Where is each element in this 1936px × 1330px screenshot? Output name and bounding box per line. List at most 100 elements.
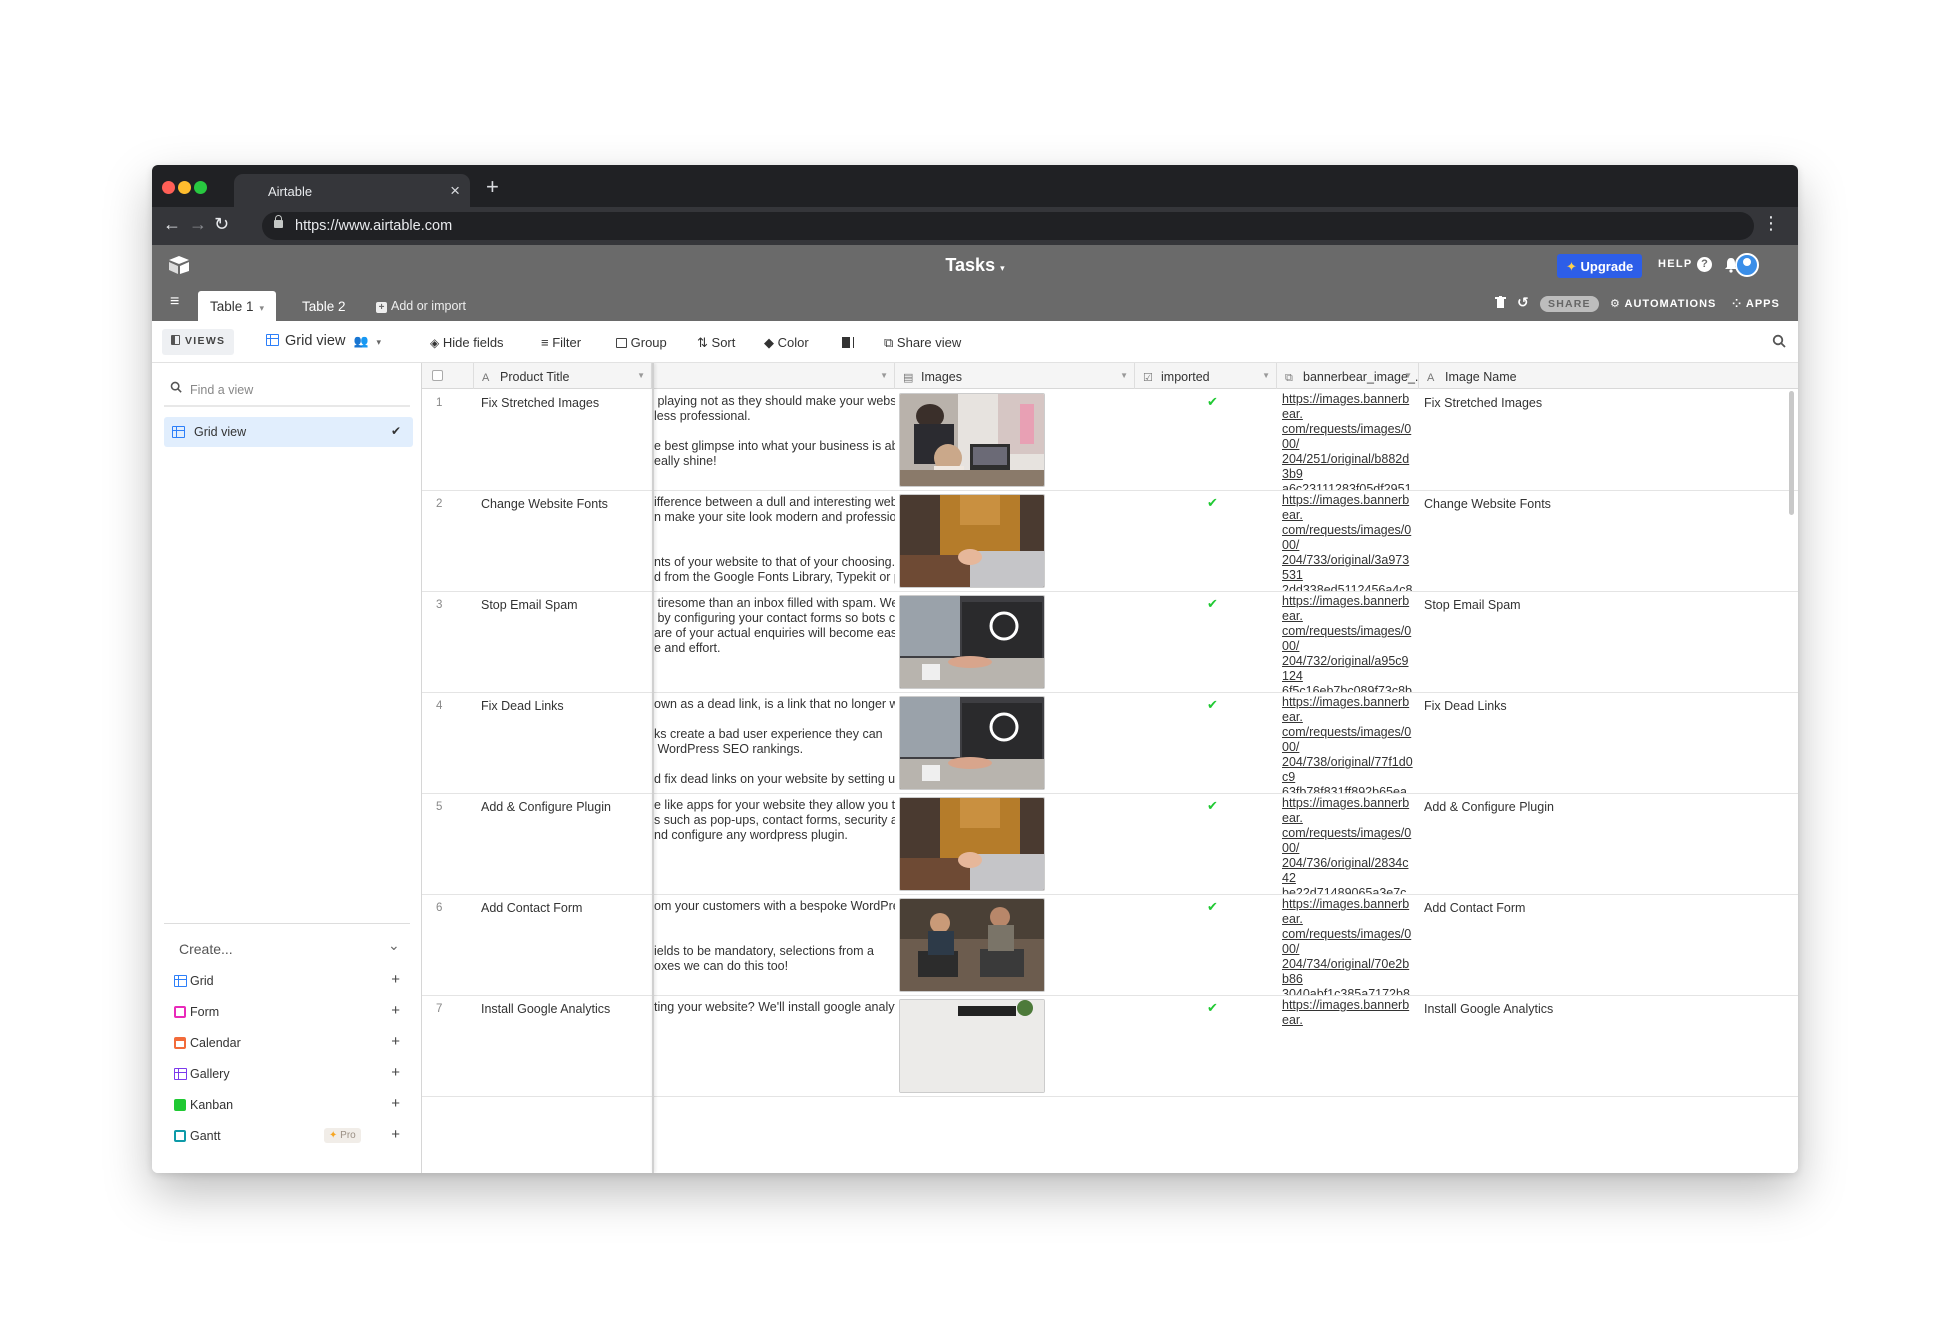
images-cell[interactable] [895,794,1135,894]
imported-cell[interactable]: ✔ [1135,794,1277,894]
column-header-product-title[interactable]: A Product Title ▼ [474,363,652,389]
description-cell[interactable]: playing not as they should make your web… [654,390,895,490]
address-bar[interactable]: https://www.airtable.com [262,212,1754,240]
close-tab-icon[interactable]: × [450,181,460,201]
images-cell[interactable] [895,592,1135,692]
table-row[interactable]: 5 Add & Configure Plugin e like apps for y… [422,794,1798,895]
description-cell[interactable]: ifference between a dull and interesting… [654,491,895,591]
filter-button[interactable]: ≡ Filter [541,335,581,350]
image-name-cell[interactable]: Add & Configure Plugin [1419,794,1569,894]
column-menu-icon[interactable]: ▼ [1120,371,1128,380]
airtable-logo-icon[interactable] [168,255,190,275]
imported-cell[interactable]: ✔ [1135,895,1277,995]
browser-menu-icon[interactable]: ⋮ [1762,213,1780,234]
column-header-bannerbear[interactable]: ⧉ bannerbear_image_... ▼ [1277,363,1419,389]
share-button[interactable]: SHARE [1540,296,1599,312]
image-thumbnail[interactable] [899,999,1045,1093]
find-view-input[interactable]: Find a view [164,371,410,407]
table-row[interactable]: 2 Change Website Fonts ifference between a… [422,491,1798,592]
image-thumbnail[interactable] [899,696,1045,790]
image-thumbnail[interactable] [899,797,1045,891]
image-name-cell[interactable]: Fix Dead Links [1419,693,1569,793]
description-cell[interactable]: ting your website? We'll install google … [654,996,895,1096]
description-cell[interactable]: tiresome than an inbox filled with spam.… [654,592,895,692]
column-menu-icon[interactable]: ▼ [880,371,888,380]
create-gallery-view[interactable]: Gallery + [174,1064,412,1086]
image-name-cell[interactable]: Install Google Analytics [1419,996,1569,1096]
table-row[interactable]: 7 Install Google Analytics ting your websi… [422,996,1798,1097]
sidebar-item-grid-view[interactable]: Grid view ✔ [164,417,413,447]
chevron-down-icon[interactable]: ⌄ [388,937,400,954]
bannerbear-url-cell[interactable]: https://images.bannerbear. [1277,996,1419,1096]
create-view-heading[interactable]: Create... [179,941,233,957]
product-title-cell[interactable]: Stop Email Spam [474,592,652,692]
close-window-button[interactable] [162,181,175,194]
plus-icon[interactable]: + [391,971,400,988]
image-name-cell[interactable]: Fix Stretched Images [1419,390,1569,490]
image-thumbnail[interactable] [899,898,1045,992]
product-title-cell[interactable]: Fix Stretched Images [474,390,652,490]
tab-table-2[interactable]: Table 2 [302,299,346,314]
maximize-window-button[interactable] [194,181,207,194]
bannerbear-url-cell[interactable]: https://images.bannerbear. com/requests/i… [1277,895,1419,995]
back-arrow-icon[interactable]: ← [163,214,181,235]
imported-cell[interactable]: ✔ [1135,693,1277,793]
images-cell[interactable] [895,693,1135,793]
product-title-cell[interactable]: Fix Dead Links [474,693,652,793]
bannerbear-url-cell[interactable]: https://images.bannerbear. com/requests/i… [1277,693,1419,793]
image-name-cell[interactable]: Add Contact Form [1419,895,1569,995]
create-form-view[interactable]: Form + [174,1002,412,1024]
search-icon[interactable] [1772,334,1786,348]
description-cell[interactable]: own as a dead link, is a link that no lo… [654,693,895,793]
create-grid-view[interactable]: Grid + [174,971,412,993]
column-header-description[interactable]: ▼ [654,363,895,389]
menu-hamburger-icon[interactable]: ≡ [170,293,179,311]
images-cell[interactable] [895,390,1135,490]
image-thumbnail[interactable] [899,393,1045,487]
upgrade-button[interactable]: ✦ Upgrade [1557,254,1643,278]
help-icon[interactable]: ? [1697,257,1712,272]
table-row[interactable]: 3 Stop Email Spam tiresome than an inbox … [422,592,1798,693]
color-button[interactable]: ◆ Color [764,335,809,351]
row-height-button[interactable] [842,335,853,350]
table-row[interactable]: 6 Add Contact Form om your customers with … [422,895,1798,996]
forward-arrow-icon[interactable]: → [189,214,207,235]
image-name-cell[interactable]: Stop Email Spam [1419,592,1569,692]
bannerbear-url-cell[interactable]: https://images.bannerbear. com/requests/i… [1277,390,1419,490]
bannerbear-url-cell[interactable]: https://images.bannerbear. com/requests/i… [1277,794,1419,894]
table-row[interactable]: 1 Fix Stretched Images playing not as the… [422,390,1798,491]
images-cell[interactable] [895,491,1135,591]
tab-table-1[interactable]: Table 1 ▾ [198,291,277,321]
group-button[interactable]: Group [616,335,667,350]
trash-icon[interactable] [1495,296,1506,309]
create-kanban-view[interactable]: Kanban + [174,1095,412,1117]
select-all-checkbox[interactable] [432,370,443,381]
reload-icon[interactable]: ↻ [214,214,229,235]
plus-icon[interactable]: + [391,1002,400,1019]
image-name-cell[interactable]: Change Website Fonts [1419,491,1569,591]
add-or-import-button[interactable]: + Add or import [376,299,466,313]
minimize-window-button[interactable] [178,181,191,194]
create-calendar-view[interactable]: Calendar + [174,1033,412,1055]
create-gantt-view[interactable]: Gantt ✦ Pro + [174,1126,412,1148]
browser-tab[interactable]: Airtable × [234,174,470,207]
images-cell[interactable] [895,895,1135,995]
base-title-caret-icon[interactable]: ▾ [1000,263,1005,273]
plus-icon[interactable]: + [391,1064,400,1081]
share-view-button[interactable]: ⧉ Share view [884,335,961,351]
column-menu-icon[interactable]: ▼ [637,371,645,380]
product-title-cell[interactable]: Change Website Fonts [474,491,652,591]
imported-cell[interactable]: ✔ [1135,592,1277,692]
product-title-cell[interactable]: Install Google Analytics [474,996,652,1096]
help-button[interactable]: HELP [1658,258,1693,270]
table-row[interactable]: 4 Fix Dead Links own as a dead link, is a … [422,693,1798,794]
product-title-cell[interactable]: Add & Configure Plugin [474,794,652,894]
plus-icon[interactable]: + [391,1095,400,1112]
description-cell[interactable]: om your customers with a bespoke WordPre… [654,895,895,995]
column-menu-icon[interactable]: ▼ [1404,371,1412,380]
bannerbear-url-cell[interactable]: https://images.bannerbear. com/requests/i… [1277,491,1419,591]
sort-button[interactable]: ⇅ Sort [697,335,735,351]
imported-cell[interactable]: ✔ [1135,491,1277,591]
views-toggle-button[interactable]: VIEWS [162,329,235,355]
plus-icon[interactable]: + [391,1033,400,1050]
